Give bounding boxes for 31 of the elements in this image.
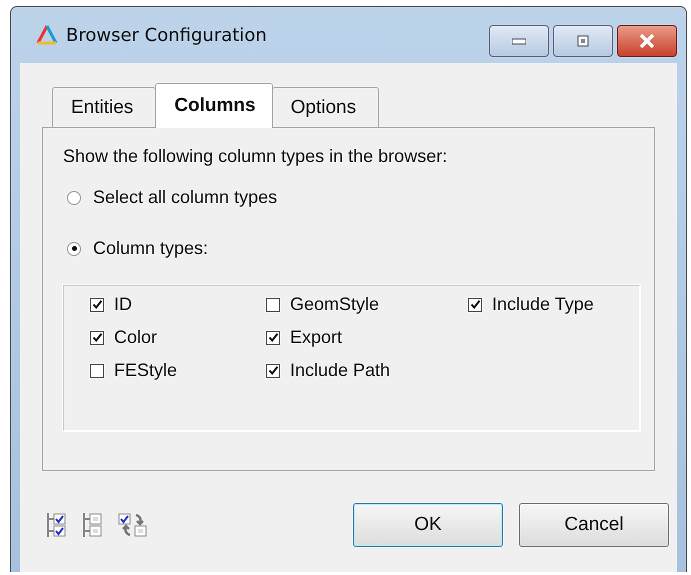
checkbox-option[interactable]: GeomStyle bbox=[266, 294, 468, 315]
checkmark-icon bbox=[92, 299, 102, 310]
prompt-text: Show the following column types in the browser: bbox=[63, 146, 448, 167]
maximize-icon bbox=[577, 35, 589, 47]
cancel-button[interactable]: Cancel bbox=[519, 503, 669, 547]
tab[interactable]: Entities bbox=[52, 87, 156, 127]
checkmark-icon bbox=[268, 365, 278, 376]
close-icon bbox=[639, 34, 655, 48]
checkbox-option[interactable]: ID bbox=[90, 294, 266, 315]
minimize-button[interactable] bbox=[489, 25, 549, 57]
triangle-logo-icon bbox=[36, 24, 58, 46]
check-all-icon[interactable] bbox=[46, 512, 68, 538]
maximize-button[interactable] bbox=[553, 25, 613, 57]
checkbox-option[interactable]: Export bbox=[266, 327, 468, 348]
close-button[interactable] bbox=[617, 25, 677, 57]
minimize-icon bbox=[512, 37, 526, 45]
window-title: Browser Configuration bbox=[66, 24, 267, 46]
swap-checks-icon[interactable] bbox=[118, 512, 148, 538]
radio-option[interactable]: Column types: bbox=[63, 238, 640, 259]
checkbox-option[interactable]: Include Path bbox=[266, 360, 468, 381]
radio-option[interactable]: Select all column types bbox=[63, 187, 640, 208]
checkmark-icon bbox=[268, 332, 278, 343]
checkbox-option[interactable]: Color bbox=[90, 327, 266, 348]
checkbox-option[interactable]: Include Type bbox=[468, 294, 594, 315]
ok-button[interactable]: OK bbox=[353, 503, 503, 547]
checkmark-icon bbox=[470, 299, 480, 310]
uncheck-all-icon[interactable] bbox=[82, 512, 104, 538]
checkbox-option[interactable]: FEStyle bbox=[90, 360, 266, 381]
tab[interactable]: Columns bbox=[155, 83, 273, 128]
checkmark-icon bbox=[92, 332, 102, 343]
tab[interactable]: Options bbox=[272, 87, 380, 127]
